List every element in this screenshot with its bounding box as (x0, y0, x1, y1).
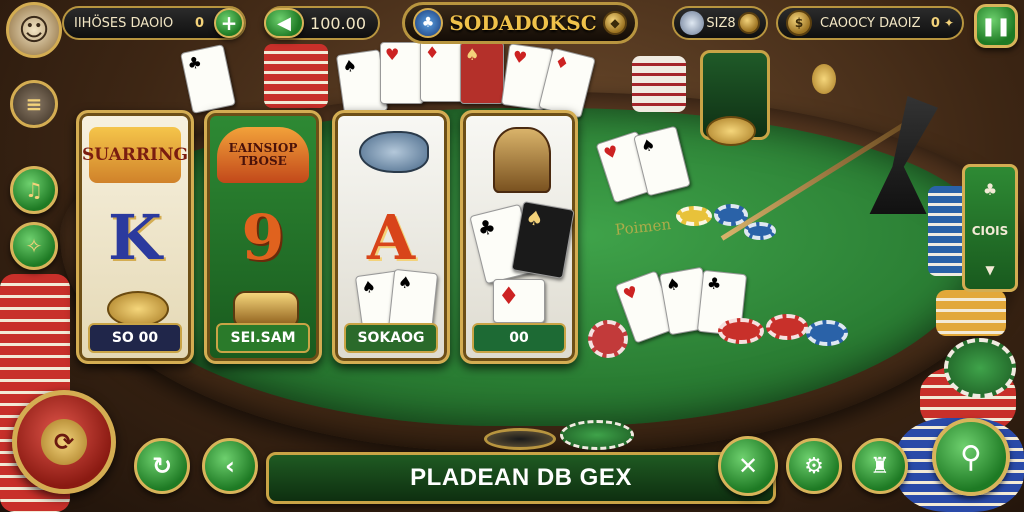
chip-stack (264, 44, 328, 108)
search-icon: ⚲ (960, 439, 982, 475)
globe-coin-icon (680, 11, 704, 35)
bet-panel: ◀ 100.00 (264, 6, 380, 40)
playing-card: ♦ (420, 40, 464, 102)
game-title: SODADOKSC (449, 11, 597, 35)
player-balance: 0 (194, 15, 204, 31)
chevron-down-icon: ▼ (985, 262, 995, 277)
poker-chip (766, 314, 808, 340)
playing-card: ♥ (380, 42, 424, 104)
coins-panel: SIZ8 (672, 6, 768, 40)
fish-icon (359, 131, 429, 173)
gold-coin-icon: $ (786, 10, 812, 36)
gold-treasure-icon (107, 291, 169, 327)
spark-icon: ✦ (943, 16, 954, 30)
bonus-label: CAOOCY DAOIZ (820, 15, 921, 31)
pause-icon: ❚❚ (980, 15, 1012, 37)
bell-button[interactable]: ♫ (10, 166, 58, 214)
refresh-button[interactable]: ↻ (134, 438, 190, 494)
poker-chip (718, 318, 764, 344)
player-avatar[interactable]: ☺ (6, 2, 62, 58)
chip-stack (936, 290, 1006, 336)
bonus-panel: $ CAOOCY DAOIZ 0 ✦ (776, 6, 964, 40)
reel-4[interactable]: ♣ ♠ ♦ 00 (460, 110, 578, 364)
side-panel-label: CIOIS (971, 223, 1009, 238)
compass-button[interactable]: ✧ (10, 222, 58, 270)
reel-1[interactable]: SUARRING K SO 00 (76, 110, 194, 364)
reel-banner: EAINSIOP TBOSE (217, 127, 309, 183)
player-panel: IIHÖSES DAOIO 0 + (62, 6, 246, 40)
search-button[interactable]: ⚲ (932, 418, 1010, 496)
reel-banner: SUARRING (82, 127, 188, 183)
reel-symbol: 9 (241, 201, 285, 274)
chip-center (560, 420, 634, 450)
gold-coin (706, 116, 756, 146)
reel-label: 00 (472, 323, 566, 353)
cup-holder (484, 428, 556, 450)
poker-chip (588, 320, 628, 358)
clover-icon: ♣ (982, 179, 998, 199)
bell-icon: ♫ (25, 178, 43, 202)
bell-symbol-icon (493, 127, 551, 193)
refresh-icon: ↻ (151, 452, 173, 480)
chevron-left-icon: ‹ (225, 452, 235, 480)
status-bar: PLADEAN DB GEX (266, 452, 776, 504)
group-icon: ♜ (870, 453, 890, 479)
back-button[interactable]: ‹ (202, 438, 258, 494)
coins-value: SIZ8 (706, 15, 736, 31)
gold-coin (812, 64, 836, 94)
menu-icon: ≡ (25, 92, 43, 116)
reel-3[interactable]: A ♠ ♠ SOKAOG (332, 110, 450, 364)
close-icon: ✕ (737, 452, 759, 480)
poker-chip (676, 206, 712, 226)
title-banner: ♣ SODADOKSC ◆ (402, 2, 638, 44)
reel-label: SEI.SAM (216, 323, 310, 353)
chip-stack (632, 56, 686, 112)
menu-button[interactable]: ≡ (10, 80, 58, 128)
avatar-face-icon: ☺ (18, 12, 50, 48)
settings-button[interactable]: ⚙ (786, 438, 842, 494)
reel-2[interactable]: EAINSIOP TBOSE 9 SEI.SAM (204, 110, 322, 364)
poker-chip (806, 320, 848, 346)
coin-icon (738, 12, 760, 34)
status-text: PLADEAN DB GEX (410, 464, 632, 491)
pause-button[interactable]: ❚❚ (974, 4, 1018, 48)
player-name: IIHÖSES DAOIO (74, 15, 174, 31)
chip-top-green (944, 338, 1016, 398)
reel-label: SOKAOG (344, 323, 438, 353)
plus-icon[interactable]: + (214, 8, 244, 38)
bet-value: 100.00 (310, 13, 366, 33)
casino-logo-icon: ♣ (413, 8, 443, 38)
playing-card: ♦ (493, 279, 545, 323)
playing-card: ♠ (511, 201, 575, 279)
spin-button[interactable]: ⟳ (12, 390, 116, 494)
side-panel[interactable]: ♣ CIOIS ▼ (962, 164, 1018, 292)
close-button[interactable]: ✕ (718, 436, 778, 496)
spin-icon: ⟳ (41, 419, 87, 465)
group-button[interactable]: ♜ (852, 438, 908, 494)
playing-card: ♠ (460, 42, 504, 104)
diamond-icon[interactable]: ◆ (603, 11, 627, 35)
reel-symbol: A (366, 201, 416, 274)
settings-icon: ⚙ (804, 453, 824, 479)
compass-icon: ✧ (25, 234, 43, 258)
reel-symbol: K (108, 201, 162, 274)
reel-label: SO 00 (88, 323, 182, 353)
arrow-left-icon[interactable]: ◀ (264, 8, 304, 38)
bonus-value: 0 (930, 15, 940, 31)
playing-card: ♣ (180, 44, 236, 114)
